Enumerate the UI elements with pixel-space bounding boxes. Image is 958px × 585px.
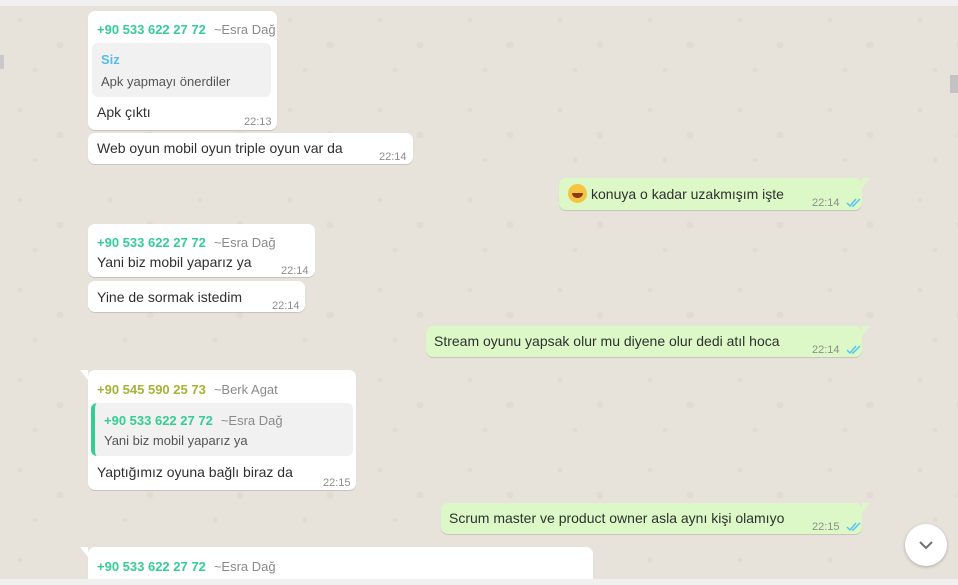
message-text: Scrum master ve product owner asla aynı … (449, 510, 785, 526)
sender-name: ~Esra Dağ (213, 235, 276, 250)
quoted-sender-name: ~Esra Dağ (220, 413, 283, 428)
double-check-icon (846, 198, 861, 208)
sender-phone[interactable]: +90 545 590 25 73 (97, 382, 206, 397)
message-text: Yaptığımız oyuna bağlı biraz da (97, 464, 293, 480)
outgoing-message[interactable]: Scrum master ve product owner asla aynı … (441, 503, 862, 534)
incoming-message[interactable]: +90 533 622 27 72 ~Esra Dağ Siz Apk yapma… (88, 11, 277, 130)
bottom-edge (0, 579, 958, 585)
message-text: Stream oyunu yapsak olur mu diyene olur … (434, 333, 780, 349)
message-text: Yani biz mobil yaparız ya (97, 254, 252, 270)
message-text: Web oyun mobil oyun triple oyun var da (97, 140, 343, 156)
message-text: Apk çıktı (97, 104, 151, 120)
quoted-sender-phone: +90 533 622 27 72 (104, 413, 213, 428)
quoted-text: Apk yapmayı önerdiler (101, 74, 231, 89)
top-edge (0, 0, 958, 6)
quoted-text: Yani biz mobil yaparız ya (104, 433, 248, 448)
incoming-message[interactable]: Web oyun mobil oyun triple oyun var da 2… (88, 133, 413, 164)
double-check-icon (846, 345, 861, 355)
message-sender: +90 533 622 27 72 ~Esra Dağ (97, 233, 276, 252)
message-time-value: 22:14 (812, 197, 840, 209)
quoted-message[interactable]: Siz Apk yapmayı önerdiler (92, 43, 271, 97)
sender-phone[interactable]: +90 533 622 27 72 (97, 235, 206, 250)
bubble-tail (862, 178, 870, 188)
message-time: 22:13 (244, 116, 272, 128)
bubble-tail (862, 503, 870, 513)
message-time: 22:14 (812, 341, 862, 360)
bubble-tail (80, 547, 88, 557)
message-text-content: konuya o kadar uzakmışım işte (591, 186, 784, 202)
double-check-icon (846, 522, 861, 532)
quoted-sender: +90 533 622 27 72 ~Esra Dağ (104, 411, 283, 430)
outgoing-message[interactable]: Stream oyunu yapsak olur mu diyene olur … (426, 326, 862, 357)
sender-name: ~Esra Dağ (213, 22, 276, 37)
sender-phone[interactable]: +90 533 622 27 72 (97, 559, 206, 574)
chevron-down-icon (919, 541, 933, 550)
message-time: 22:14 (812, 194, 862, 213)
message-time-value: 22:14 (812, 344, 840, 356)
outgoing-message[interactable]: konuya o kadar uzakmışım işte 22:14 (559, 178, 862, 210)
message-time-value: 22:15 (812, 521, 840, 533)
sender-name: ~Esra Dağ (213, 559, 276, 574)
left-edge-marker (0, 55, 4, 69)
bubble-tail (80, 370, 88, 380)
message-time: 22:14 (281, 265, 309, 277)
message-time: 22:14 (379, 151, 407, 163)
message-sender: +90 533 622 27 72 ~Esra Dağ (97, 557, 276, 576)
message-time: 22:15 (812, 518, 862, 537)
incoming-message[interactable]: +90 545 590 25 73 ~Berk Agat +90 533 622 … (80, 370, 356, 490)
message-time: 22:14 (272, 300, 300, 312)
message-sender: +90 533 622 27 72 ~Esra Dağ (97, 20, 276, 39)
quoted-message[interactable]: +90 533 622 27 72 ~Esra Dağ Yani biz mobi… (91, 403, 353, 456)
incoming-message[interactable]: +90 533 622 27 72 ~Esra Dağ Yani biz mobi… (88, 224, 315, 277)
scrollbar-thumb[interactable] (950, 75, 958, 93)
sender-phone[interactable]: +90 533 622 27 72 (97, 22, 206, 37)
message-text: Yine de sormak istedim (97, 289, 242, 305)
message-text: konuya o kadar uzakmışım işte (568, 184, 784, 204)
grinning-face-emoji (568, 184, 587, 203)
quoted-sender-name: Siz (101, 52, 120, 67)
message-sender: +90 545 590 25 73 ~Berk Agat (97, 380, 278, 399)
message-time: 22:15 (323, 477, 351, 489)
scroll-to-bottom-button[interactable] (905, 524, 947, 566)
incoming-message[interactable]: Yine de sormak istedim 22:14 (88, 281, 305, 312)
sender-name: ~Berk Agat (213, 382, 278, 397)
bubble-tail (862, 326, 870, 336)
